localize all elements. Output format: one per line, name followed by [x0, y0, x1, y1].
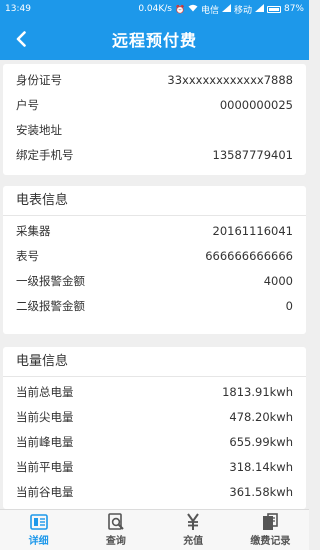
energy-info-row: 当前总电量 1813.91kwh — [3, 379, 306, 404]
carrier-2: 移动 — [233, 5, 252, 16]
meter-info-label: 采集器 — [16, 223, 51, 238]
meter-info-row: 二级报警金额 0 — [3, 293, 306, 318]
alarm-icon: ⏰ — [174, 4, 185, 14]
account-info-label: 户号 — [16, 97, 39, 112]
bottom-tab-bar: 详细 查询 充值 缴费记录 — [0, 509, 309, 550]
battery-icon — [266, 5, 281, 13]
tab-label: 查询 — [105, 536, 126, 547]
payment-record-icon — [261, 513, 279, 531]
signal-icon-1 — [221, 4, 231, 14]
tab-label: 缴费记录 — [250, 536, 291, 547]
account-info-label: 绑定手机号 — [16, 147, 74, 162]
tab-payment-records[interactable]: 缴费记录 — [232, 510, 309, 550]
energy-info-list: 当前总电量 1813.91kwh 当前尖电量 478.20kwh 当前峰电量 655.99… — [3, 377, 306, 504]
meter-info-card: 电表信息 采集器 20161116041 表号 666666666666 一级报警金额 4… — [3, 186, 306, 334]
account-info-row: 绑定手机号 13587779401 — [3, 142, 306, 167]
meter-info-value: 20161116041 — [212, 223, 293, 238]
account-info-value: 0000000025 — [219, 97, 293, 112]
detail-icon — [29, 513, 48, 531]
meter-info-value: 666666666666 — [205, 248, 293, 263]
page-title: 远程预付费 — [111, 31, 197, 50]
account-info-row: 安装地址 — [3, 117, 306, 142]
account-info-value: 33xxxxxxxxxxxx7888 — [167, 72, 293, 87]
chevron-left-icon — [16, 31, 26, 47]
wifi-icon — [188, 4, 198, 14]
back-button[interactable] — [10, 28, 32, 50]
energy-info-label: 当前平电量 — [16, 459, 74, 474]
meter-info-value: 0 — [285, 298, 293, 313]
status-indicators: 0.04K/s ⏰ 电信 移动 87% — [138, 3, 304, 16]
account-info-list: 身份证号 33xxxxxxxxxxxx7888 户号 0000000025 安装地址绑定… — [3, 67, 306, 167]
network-speed: 0.04K/s — [138, 4, 172, 14]
tab-detail[interactable]: 详细 — [0, 510, 77, 550]
account-info-row: 户号 0000000025 — [3, 92, 306, 117]
tab-query[interactable]: 查询 — [77, 510, 154, 550]
meter-info-label: 二级报警金额 — [16, 298, 85, 313]
energy-info-value: 361.58kwh — [229, 484, 293, 499]
energy-info-row: 当前谷电量 361.58kwh — [3, 479, 306, 504]
account-info-label: 安装地址 — [16, 122, 62, 137]
meter-info-list: 采集器 20161116041 表号 666666666666 一级报警金额 4000 二级… — [3, 216, 306, 318]
status-time: 13:49 — [5, 4, 31, 14]
energy-info-value: 318.14kwh — [229, 459, 293, 474]
account-info-value: 13587779401 — [212, 147, 293, 162]
energy-info-label: 当前峰电量 — [16, 434, 74, 449]
energy-info-row: 当前尖电量 478.20kwh — [3, 404, 306, 429]
battery-percent: 87% — [283, 4, 304, 14]
account-info-row: 身份证号 33xxxxxxxxxxxx7888 — [3, 67, 306, 92]
energy-info-value: 1813.91kwh — [222, 384, 293, 399]
energy-info-row: 当前峰电量 655.99kwh — [3, 429, 306, 454]
meter-info-row: 一级报警金额 4000 — [3, 268, 306, 293]
meter-info-label: 一级报警金额 — [16, 273, 85, 288]
energy-info-card: 电量信息 当前总电量 1813.91kwh 当前尖电量 478.20kwh 当前峰电量 6… — [3, 347, 306, 509]
meter-info-row: 表号 666666666666 — [3, 243, 306, 268]
meter-info-title: 电表信息 — [3, 186, 306, 216]
energy-info-label: 当前总电量 — [16, 384, 74, 399]
yuan-icon — [185, 513, 201, 531]
account-info-card: 身份证号 33xxxxxxxxxxxx7888 户号 0000000025 安装地址绑定… — [3, 64, 306, 175]
meter-info-row: 采集器 20161116041 — [3, 218, 306, 243]
meter-info-value: 4000 — [263, 273, 293, 288]
energy-info-title: 电量信息 — [3, 347, 306, 377]
tab-recharge[interactable]: 充值 — [155, 510, 232, 550]
status-bar: 13:49 0.04K/s ⏰ 电信 移动 87% — [0, 0, 309, 18]
tab-label: 详细 — [28, 536, 49, 547]
account-info-label: 身份证号 — [16, 72, 62, 87]
energy-info-label: 当前谷电量 — [16, 484, 74, 499]
signal-icon-2 — [254, 4, 264, 14]
search-document-icon — [107, 513, 125, 531]
energy-info-row: 当前平电量 318.14kwh — [3, 454, 306, 479]
energy-info-value: 655.99kwh — [229, 434, 293, 449]
meter-info-label: 表号 — [16, 248, 39, 263]
energy-info-value: 478.20kwh — [229, 409, 293, 424]
energy-info-label: 当前尖电量 — [16, 409, 74, 424]
tab-label: 充值 — [183, 536, 204, 547]
nav-bar: 远程预付费 — [0, 18, 309, 60]
carrier-1: 电信 — [200, 5, 219, 16]
